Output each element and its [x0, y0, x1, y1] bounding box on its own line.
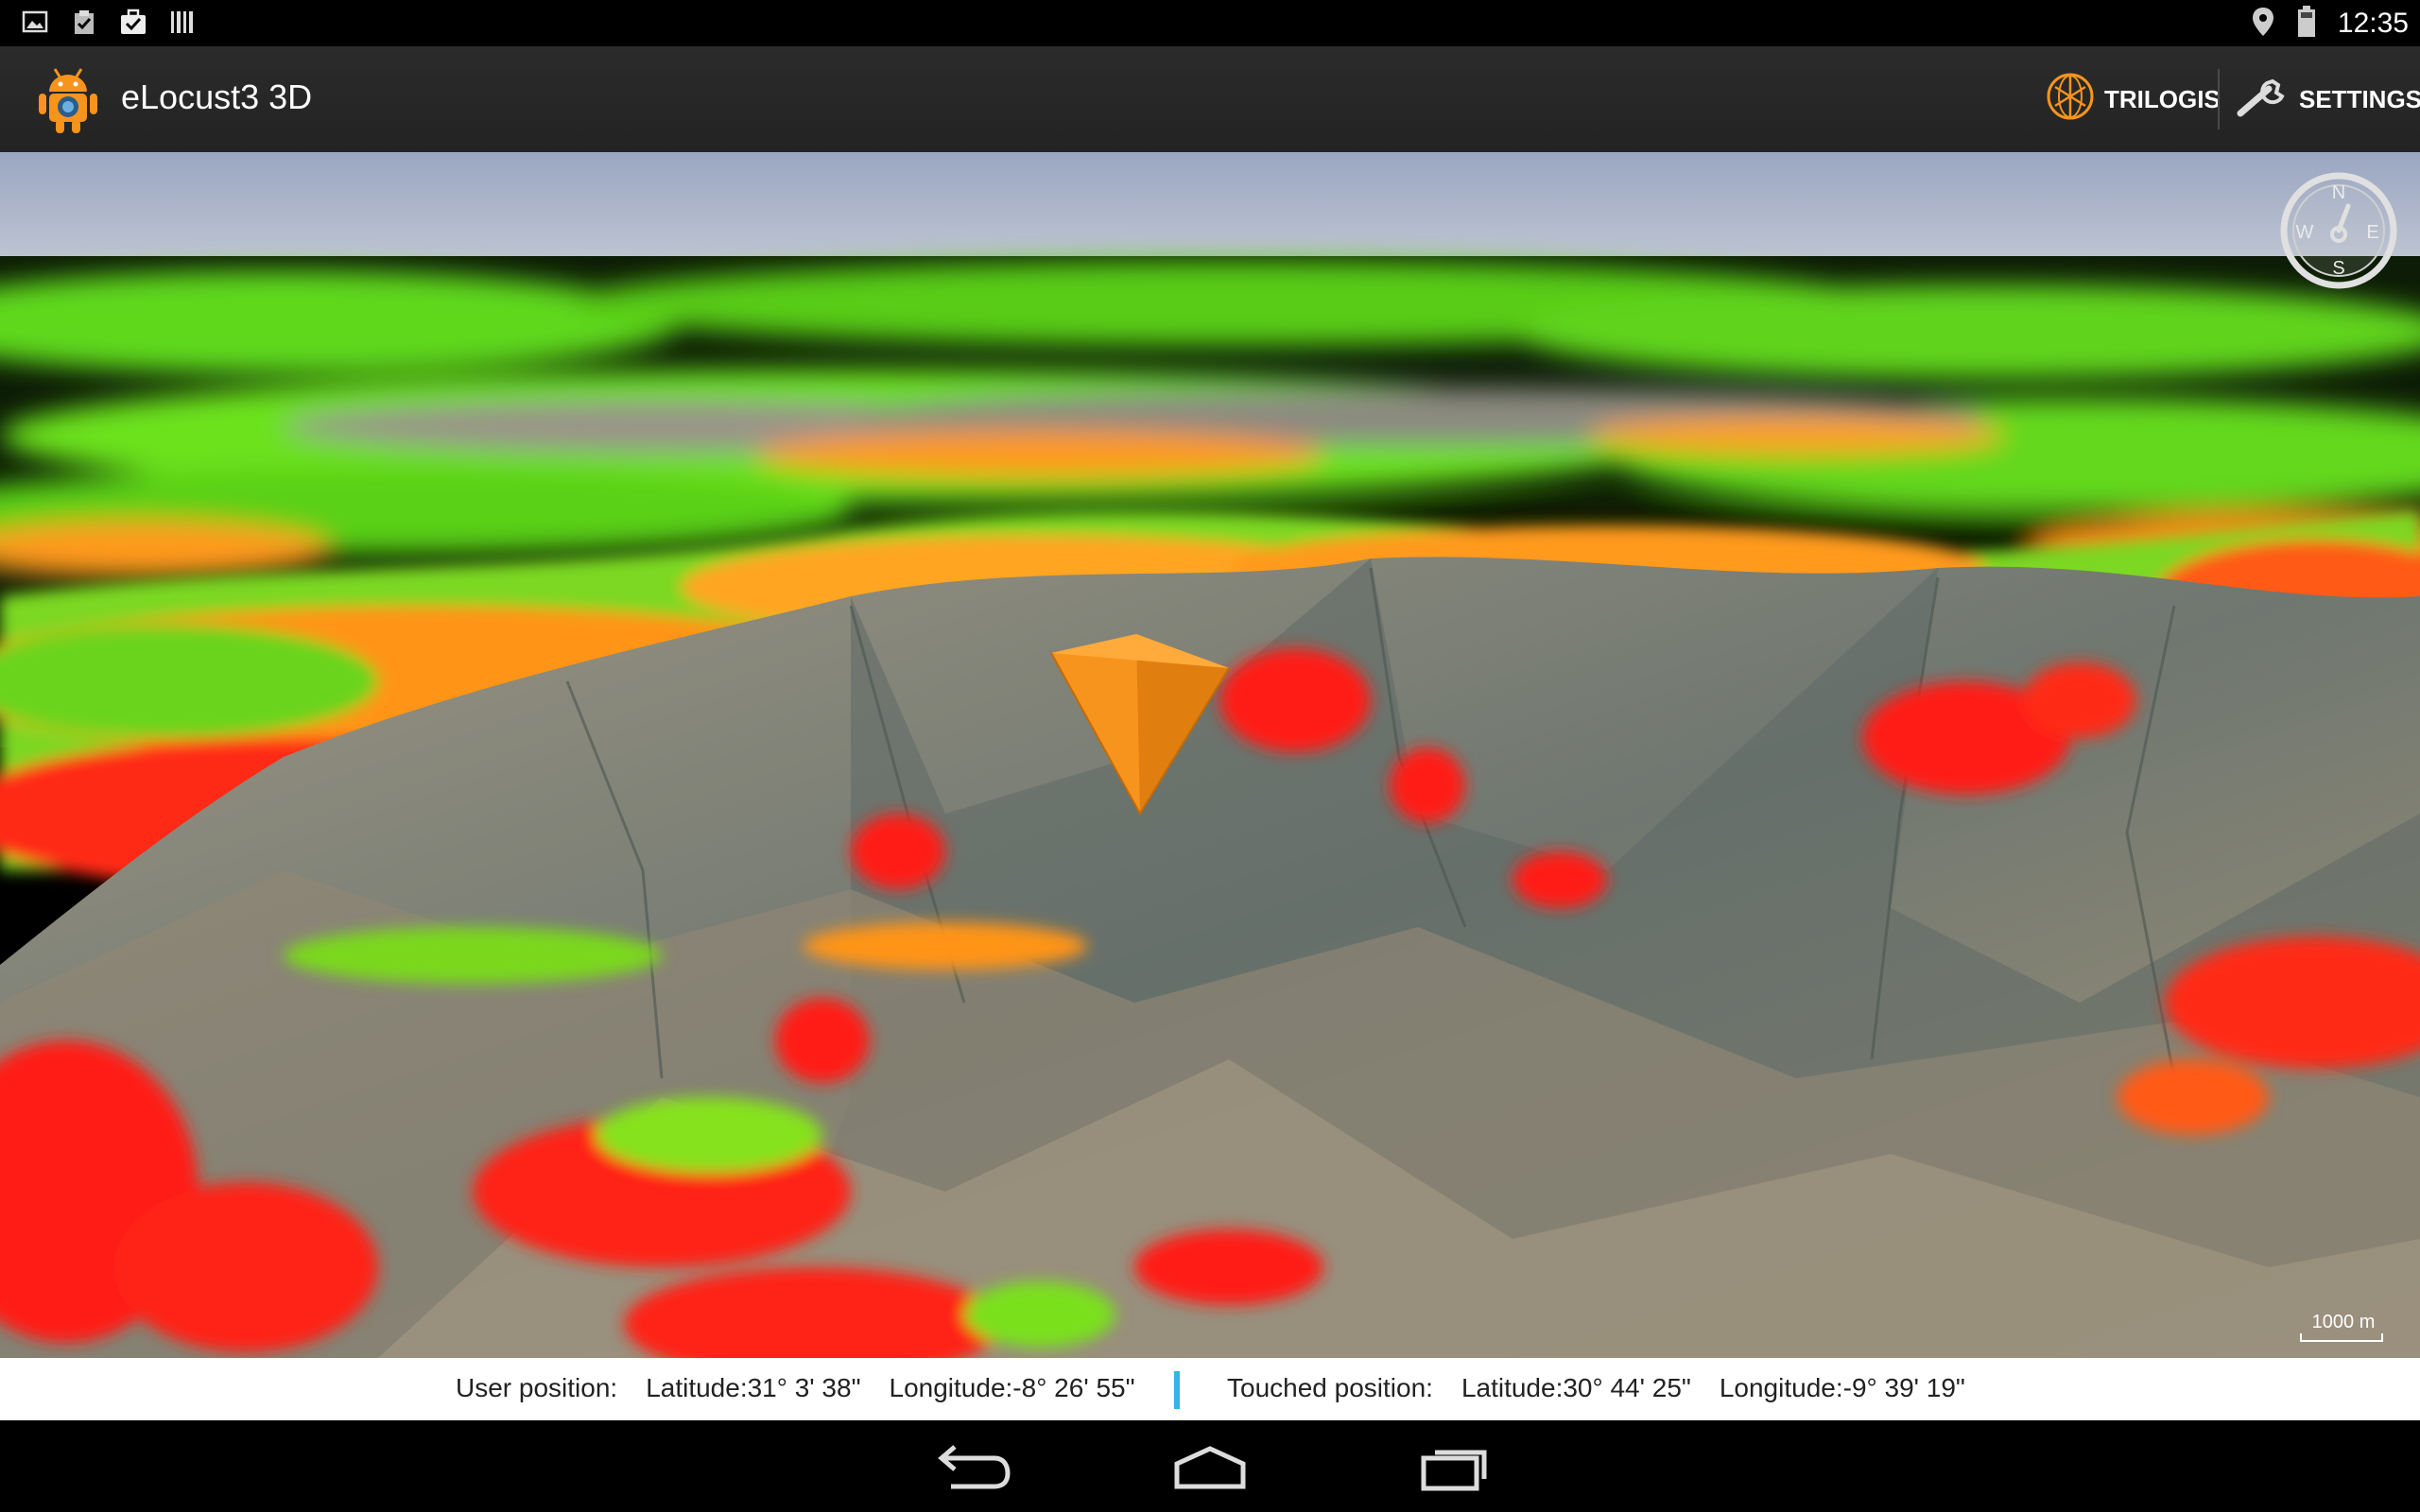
barcode-icon — [168, 8, 197, 36]
action-bar: eLocust3 3D TRILOGIS SETTINGS — [0, 46, 2420, 154]
navigation-bar — [0, 1420, 2420, 1512]
compass-n: N — [2332, 182, 2345, 203]
status-bar: 12:35 — [0, 0, 2420, 46]
user-longitude: Longitude:-8° 26' 55" — [889, 1373, 1135, 1402]
compass-w: W — [2296, 222, 2314, 243]
scale-label: 1000 m — [2311, 1312, 2376, 1332]
user-position-label: User position: — [456, 1373, 618, 1402]
settings-label: SETTINGS — [2299, 84, 2420, 113]
battery-icon — [2296, 5, 2317, 43]
trilogis-logo-icon — [2046, 72, 2095, 128]
action-divider — [2218, 69, 2220, 129]
settings-button[interactable]: SETTINGS — [2237, 67, 2420, 131]
clipboard-check-icon — [70, 8, 98, 36]
back-icon[interactable] — [926, 1437, 1011, 1494]
map-3d-view[interactable]: N S E W 1000 m — [0, 152, 2420, 1358]
user-latitude: Latitude:31° 3' 38" — [646, 1373, 861, 1402]
info-separator — [1174, 1371, 1180, 1409]
touched-position-label: Touched position: — [1227, 1373, 1433, 1402]
trilogis-label: TRILOGIS — [2104, 84, 2221, 113]
android-robot-icon[interactable] — [32, 63, 104, 135]
compass-widget[interactable]: N S E W — [2278, 170, 2399, 291]
location-pin-icon — [2251, 6, 2275, 42]
touched-longitude: Longitude:-9° 39' 19" — [1719, 1373, 1965, 1402]
home-icon[interactable] — [1167, 1437, 1253, 1494]
compass-s: S — [2332, 258, 2344, 279]
touched-latitude: Latitude:30° 44' 25" — [1461, 1373, 1691, 1402]
user-position-group: User position: Latitude:31° 3' 38" Longi… — [456, 1373, 1135, 1403]
status-clock: 12:35 — [2337, 7, 2409, 39]
recent-apps-icon[interactable] — [1410, 1437, 1495, 1494]
trilogis-button[interactable]: TRILOGIS — [2046, 67, 2221, 131]
position-info-bar: User position: Latitude:31° 3' 38" Longi… — [0, 1358, 2420, 1420]
scale-bar: 1000 m — [2291, 1312, 2395, 1342]
app-title: eLocust3 3D — [121, 77, 313, 116]
wrench-icon — [2237, 76, 2290, 124]
briefcase-check-icon — [119, 8, 147, 36]
touched-position-group: Touched position: Latitude:30° 44' 25" L… — [1227, 1373, 1965, 1403]
compass-e: E — [2366, 222, 2378, 243]
image-icon — [21, 8, 49, 36]
